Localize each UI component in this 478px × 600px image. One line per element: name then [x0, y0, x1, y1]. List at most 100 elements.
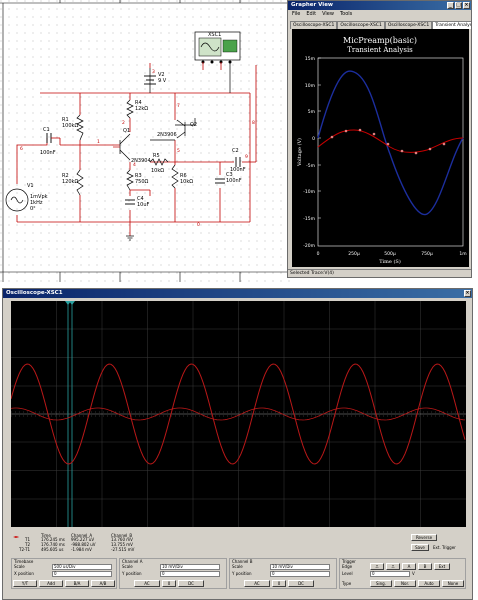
t2-t1-time: 495.605 us — [41, 547, 64, 552]
schematic-canvas[interactable]: XSC1 V2 9 V R4 12kΩ R1 100kΩ R2 120kΩ R3… — [0, 0, 292, 282]
r6-value: 10kΩ — [180, 179, 193, 185]
channel-b-scale-label: Scale — [232, 564, 243, 569]
mode-ba-button[interactable]: B/A — [65, 580, 89, 587]
schematic-svg[interactable]: XSC1 V2 9 V R4 12kΩ R1 100kΩ R2 120kΩ R3… — [0, 0, 292, 282]
trigger-group: Trigger Edge ⎍ ⎍ A B Ext Level 0 V Type … — [339, 558, 466, 589]
transient-plot-svg: MicPreamp(basic) Transient Analysis 15m1… — [296, 36, 467, 265]
channel-a-zero-button[interactable]: 0 — [162, 580, 176, 587]
r2-value: 120kΩ — [62, 179, 78, 185]
channel-b-scale-field[interactable]: 10 mV/Div — [270, 564, 330, 570]
channel-a-ac-button[interactable]: AC — [134, 580, 160, 587]
type-none-button[interactable]: None — [442, 580, 464, 587]
svg-text:0: 0 — [312, 136, 315, 142]
ext-trigger-label: Ext. Trigger — [433, 545, 456, 550]
tab-oscilloscope-3[interactable]: Oscilloscope-XSC1 — [384, 21, 433, 29]
channel-a-group: Channel A Scale 10 mV/Div Y position 0 A… — [119, 558, 227, 589]
menu-tools[interactable]: Tools — [340, 10, 352, 18]
edge-ext-button[interactable]: Ext — [434, 563, 450, 570]
reverse-button[interactable]: Reverse — [411, 534, 437, 541]
channel-b-ypos-label: Y position — [232, 571, 252, 576]
xsc1-label: XSC1 — [208, 32, 221, 38]
mode-add-button[interactable]: Add — [39, 580, 63, 587]
svg-text:-20m: -20m — [303, 243, 315, 249]
svg-text:-5m: -5m — [306, 163, 315, 169]
save-button[interactable]: Save — [411, 544, 429, 551]
x-axis-label: Time (S) — [379, 258, 401, 265]
oscilloscope-window[interactable]: Oscilloscope-XSC1 × ◄► Time Channel_A Ch… — [2, 288, 473, 600]
trigger-level-field[interactable]: 0 — [370, 571, 410, 577]
r5-value: 10kΩ — [151, 168, 164, 174]
svg-text:15m: 15m — [305, 56, 315, 62]
plot-title: MicPreamp(basic) — [343, 36, 417, 45]
trigger-type-label: Type — [342, 581, 352, 586]
tab-oscilloscope-2[interactable]: Oscilloscope-XSC1 — [337, 21, 385, 29]
grapher-status-bar: Selected Trace:V(4) — [288, 269, 471, 277]
minimize-icon[interactable]: _ — [447, 2, 454, 9]
type-normal-button[interactable]: Nor. — [394, 580, 416, 587]
trace-red[interactable] — [317, 129, 464, 153]
v1-name: V1 — [27, 183, 34, 189]
rising-edge-icon[interactable]: ⎍ — [370, 563, 384, 570]
r4-value: 12kΩ — [135, 106, 148, 112]
trigger-level-label: Level — [342, 571, 353, 576]
grapher-menu-bar: File Edit View Tools — [288, 10, 471, 18]
channel-b-ac-button[interactable]: AC — [244, 580, 270, 587]
channel-a-scale-field[interactable]: 10 mV/Div — [160, 564, 220, 570]
transient-analysis-plot[interactable]: MicPreamp(basic) Transient Analysis 15m 1… — [292, 29, 469, 267]
mode-yt-button[interactable]: Y/T — [13, 580, 37, 587]
svg-text:-15m: -15m — [303, 216, 315, 222]
tab-transient-analysis[interactable]: Transient Analysis — [432, 21, 471, 29]
x-position-label: X position — [14, 571, 34, 576]
oscilloscope-title: Oscilloscope-XSC1 — [6, 290, 63, 296]
x-position-field[interactable]: 0 — [52, 571, 112, 577]
cursor-readout: ◄► Time Channel_A Channel_B T1 176.245 m… — [11, 533, 466, 553]
r1-value: 100kΩ — [62, 123, 78, 129]
svg-text:10m: 10m — [305, 83, 315, 89]
oscilloscope-title-bar[interactable]: Oscilloscope-XSC1 × — [3, 289, 472, 298]
type-single-button[interactable]: Sing. — [370, 580, 392, 587]
node-9-label: 9 — [245, 154, 248, 160]
maximize-icon[interactable]: □ — [455, 2, 462, 9]
arrows-icon[interactable]: ◄► — [13, 534, 19, 539]
channel-b-ypos-field[interactable]: 0 — [270, 571, 330, 577]
channel-a-dc-button[interactable]: DC — [178, 580, 204, 587]
falling-edge-icon[interactable]: ⎍ — [386, 563, 400, 570]
menu-edit[interactable]: Edit — [306, 10, 316, 18]
timebase-scale-label: Scale — [14, 564, 25, 569]
r3-value: 750Ω — [135, 179, 149, 185]
trace-v4-blue[interactable] — [317, 70, 464, 216]
menu-file[interactable]: File — [292, 10, 300, 18]
channel-a-scale-label: Scale — [122, 564, 133, 569]
mode-ab-button[interactable]: A/B — [91, 580, 115, 587]
tab-oscilloscope-1[interactable]: Oscilloscope-XSC1 — [290, 21, 338, 29]
c1-name: C1 — [43, 127, 50, 133]
svg-text:0: 0 — [317, 251, 320, 257]
svg-text:500µ: 500µ — [384, 251, 396, 257]
grapher-view-window[interactable]: Grapher View _ □ × File Edit View Tools … — [287, 0, 472, 278]
oscilloscope-screen[interactable] — [10, 301, 466, 527]
svg-text:250µ: 250µ — [348, 251, 360, 257]
channel-a-ypos-label: Y position — [122, 571, 142, 576]
c2-name: C2 — [232, 148, 239, 154]
svg-text:-10m: -10m — [303, 189, 315, 195]
edge-a-button[interactable]: A — [402, 563, 416, 570]
oscilloscope-close-icon[interactable]: × — [464, 290, 471, 297]
channel-a-ypos-field[interactable]: 0 — [160, 571, 220, 577]
menu-view[interactable]: View — [322, 10, 334, 18]
t2-t1-label: T2-T1 — [19, 547, 31, 552]
channel-b-zero-button[interactable]: 0 — [272, 580, 286, 587]
channel-b-dc-button[interactable]: DC — [288, 580, 314, 587]
q2-name: Q2 — [190, 122, 197, 128]
edge-b-button[interactable]: B — [418, 563, 432, 570]
node-8-label: 8 — [252, 120, 255, 126]
timebase-scale-field[interactable]: 500 us/Div — [52, 564, 112, 570]
grapher-title-bar[interactable]: Grapher View _ □ × — [288, 1, 471, 10]
v2-value: 9 V — [158, 78, 167, 84]
y-tick-labels: 15m 10m 5m 0 -5m -10m -15m -20m — [303, 56, 315, 249]
oscilloscope-xsc1-symbol[interactable]: XSC1 — [194, 31, 241, 64]
c4-value: 10uF — [137, 202, 150, 208]
type-auto-button[interactable]: Auto — [418, 580, 440, 587]
close-icon[interactable]: × — [463, 2, 470, 9]
node-6-label: 6 — [20, 146, 23, 152]
svg-text:750µ: 750µ — [421, 251, 433, 257]
